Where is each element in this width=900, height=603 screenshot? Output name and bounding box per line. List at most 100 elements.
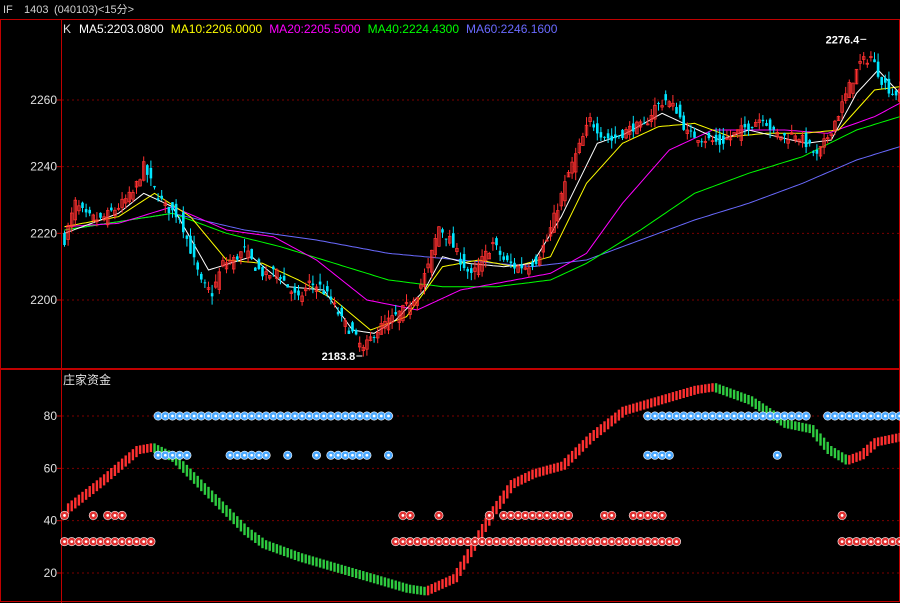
indicator-marker-dot — [718, 414, 722, 418]
candle-body-down — [534, 256, 538, 265]
indicator-bar-up — [102, 474, 106, 486]
indicator-bar-up — [617, 409, 621, 421]
indicator-bar-down — [808, 424, 811, 434]
candle-body-down — [182, 212, 185, 233]
indicator-marker-dot — [552, 514, 556, 517]
indicator-marker-dot — [862, 540, 866, 543]
indicator-bar-up — [84, 488, 88, 500]
indicator-marker-dot — [869, 414, 873, 418]
indicator-bar-down — [376, 575, 379, 585]
indicator-bar-down — [398, 581, 401, 591]
indicator-marker-dot — [739, 414, 743, 418]
indicator-marker-dot — [531, 540, 534, 543]
indicator-marker-dot — [603, 514, 606, 517]
indicator-bar-down — [718, 384, 721, 394]
candle-body-down — [498, 250, 502, 255]
indicator-bar-up — [570, 450, 574, 463]
indicator-bar-up — [668, 393, 671, 403]
indicator-bar-down — [747, 394, 750, 405]
indicator-marker-dot — [660, 540, 664, 543]
candle-body-down — [236, 256, 239, 260]
indicator-bar-down — [354, 569, 358, 579]
indicator-marker-dot — [156, 414, 160, 418]
candle-body-down — [156, 198, 160, 200]
candle-body-down — [340, 307, 343, 317]
indicator-bar-up — [135, 446, 138, 458]
indicator-bar-up — [117, 461, 120, 473]
candle-body-down — [884, 78, 887, 83]
candle-body-down — [891, 93, 894, 95]
candle-body-down — [196, 262, 199, 270]
indicator-panel-frame — [0, 369, 900, 602]
indicator-bar-up — [95, 480, 99, 492]
candle-body-down — [174, 203, 178, 218]
indicator-bar-down — [239, 519, 243, 532]
axis-ticks: 2200 2220 2240 2260 20 40 60 80 — [30, 93, 61, 580]
indicator-bar-down — [362, 571, 365, 581]
indicator-marker-dot — [567, 540, 570, 543]
indicator-bar-down — [387, 578, 390, 588]
candle-body-down — [876, 61, 880, 77]
indicator-bar-down — [347, 566, 351, 576]
indicator-marker-dot — [624, 540, 628, 543]
indicator-bar-up — [660, 395, 664, 405]
indicator-bar-up — [466, 549, 469, 564]
candle-body-down — [462, 254, 466, 269]
candle-body-down — [257, 259, 261, 269]
indicator-bar-down — [833, 448, 837, 459]
indicator-marker-dot — [725, 414, 729, 418]
candle-body-down — [243, 246, 246, 248]
indicator-bar-down — [743, 393, 747, 403]
indicator-bar-down — [401, 582, 405, 592]
indicator-bar-down — [729, 388, 732, 398]
indicator-bar-up — [614, 412, 617, 424]
candle-body-down — [718, 134, 721, 145]
indicator-marker-dot — [451, 540, 455, 543]
indicator-marker-dot — [675, 414, 678, 418]
indicator-marker-dot — [502, 540, 506, 543]
indicator-marker-dot — [343, 453, 347, 457]
indicator-bar-down — [318, 558, 322, 568]
candle-body-down — [509, 261, 513, 264]
ma20-line — [64, 102, 900, 311]
candle-body-down — [318, 281, 322, 285]
indicator-marker-dot — [703, 414, 707, 418]
indicator-bar-up — [671, 392, 675, 402]
header-period: <15分> — [98, 3, 134, 16]
indicator-marker-dot — [891, 540, 894, 543]
indicator-marker-dot — [243, 414, 246, 418]
indicator-marker-dot — [257, 414, 261, 418]
indicator-bar-down — [815, 429, 819, 442]
indicator-marker-dot — [711, 414, 714, 418]
indicator-tick-label: 60 — [44, 461, 58, 475]
indicator-marker-dot — [127, 540, 131, 543]
indicator-marker-dot — [379, 414, 383, 418]
indicator-marker-dot — [113, 514, 117, 517]
indicator-marker-dot — [639, 514, 642, 517]
indicator-bar-down — [192, 472, 196, 484]
indicator-bar-up — [149, 443, 153, 453]
indicator-bar-down — [329, 561, 333, 571]
candle-body-down — [160, 195, 163, 199]
indicator-marker-dot — [178, 453, 182, 457]
candle-body-down — [297, 290, 300, 296]
indicator-bar-down — [419, 586, 423, 595]
candle-body-down — [657, 102, 660, 104]
candle-body-down — [887, 78, 891, 94]
indicator-marker-dot — [70, 540, 74, 543]
indicator-marker-dot — [415, 540, 419, 543]
indicator-bar-down — [722, 385, 725, 396]
indicator-bar-up — [538, 467, 541, 477]
indicator-marker-dot — [833, 414, 837, 418]
indicator-bar-down — [740, 392, 743, 402]
indicator-bar-down — [261, 537, 264, 549]
indicator-bar-up — [869, 441, 873, 453]
indicator-marker-dot — [631, 514, 635, 517]
indicator-bar-up — [452, 574, 455, 584]
indicator-marker-dot — [876, 540, 880, 543]
candle-body-down — [642, 123, 646, 125]
candle-body-down — [513, 262, 516, 269]
candle-body-down — [495, 238, 498, 246]
indicator-marker-dot — [185, 453, 189, 457]
legend-ma20: MA20:2205.5000 — [269, 22, 361, 36]
